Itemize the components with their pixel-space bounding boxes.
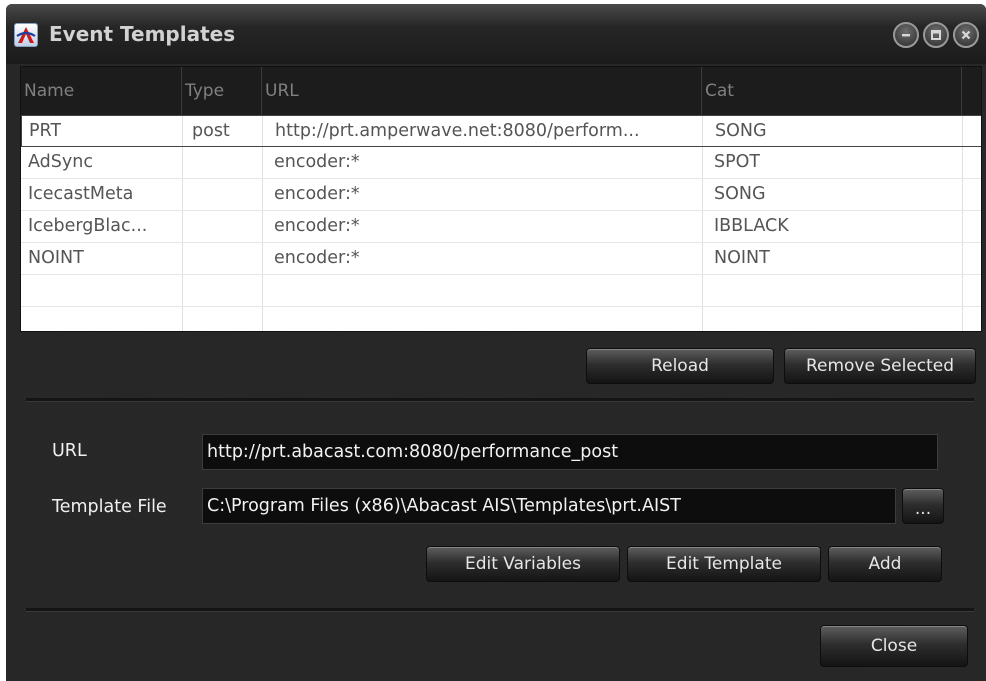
cell-url: encoder:* (274, 248, 360, 268)
cell-name: IcebergBlac... (28, 216, 148, 236)
column-header-cat[interactable]: Cat (702, 67, 962, 115)
templates-table[interactable]: Name Type URL Cat PRT post http://prt.am… (20, 66, 982, 332)
cell-cat: SPOT (714, 152, 761, 172)
table-row[interactable]: PRT post http://prt.amperwave.net:8080/p… (21, 115, 981, 147)
add-button[interactable]: Add (828, 546, 942, 582)
column-header-name[interactable]: Name (21, 67, 182, 115)
column-header-spacer (962, 67, 981, 115)
edit-template-button[interactable]: Edit Template (627, 546, 821, 582)
template-file-label: Template File (52, 497, 167, 517)
edit-variables-button[interactable]: Edit Variables (426, 546, 620, 582)
table-row-empty[interactable] (21, 307, 981, 331)
cell-cat: NOINT (714, 248, 770, 268)
cell-name: AdSync (28, 152, 93, 172)
reload-button[interactable]: Reload (586, 348, 774, 384)
minimize-icon (902, 34, 910, 37)
cell-cat: SONG (714, 184, 766, 204)
table-row[interactable]: IcecastMeta encoder:* SONG (21, 179, 981, 211)
cell-url: http://prt.amperwave.net:8080/perform... (275, 121, 640, 141)
close-button[interactable]: Close (820, 625, 968, 667)
table-row-empty[interactable] (21, 275, 981, 307)
url-label: URL (52, 441, 87, 461)
maximize-button[interactable] (923, 22, 949, 48)
cell-name: IcecastMeta (28, 184, 134, 204)
table-row[interactable]: AdSync encoder:* SPOT (21, 147, 981, 179)
cell-url: encoder:* (274, 184, 360, 204)
cell-cat: IBBLACK (714, 216, 789, 236)
url-input[interactable]: http://prt.abacast.com:8080/performance_… (202, 434, 938, 470)
browse-button[interactable]: ... (902, 488, 944, 524)
cell-url: encoder:* (274, 216, 360, 236)
column-header-url[interactable]: URL (262, 67, 702, 115)
cell-name: PRT (29, 121, 62, 141)
window-title: Event Templates (49, 22, 236, 46)
table-row[interactable]: IcebergBlac... encoder:* IBBLACK (21, 211, 981, 243)
cell-cat: SONG (715, 121, 767, 141)
divider (26, 608, 974, 612)
column-header-type[interactable]: Type (182, 67, 262, 115)
cell-url: encoder:* (274, 152, 360, 172)
close-window-button[interactable] (953, 22, 979, 48)
minimize-button[interactable] (893, 22, 919, 48)
close-icon (961, 30, 971, 40)
abacast-logo-icon (14, 23, 38, 47)
table-row[interactable]: NOINT encoder:* NOINT (21, 243, 981, 275)
table-header: Name Type URL Cat (21, 67, 981, 115)
cell-name: NOINT (28, 248, 84, 268)
template-file-input[interactable]: C:\Program Files (x86)\Abacast AIS\Templ… (202, 488, 896, 524)
event-templates-window: Event Templates Name Type URL Cat PRT po… (6, 4, 986, 681)
divider (26, 398, 974, 402)
title-bar[interactable]: Event Templates (6, 4, 986, 64)
cell-type: post (192, 121, 230, 141)
maximize-icon (931, 30, 941, 40)
remove-selected-button[interactable]: Remove Selected (784, 348, 976, 384)
